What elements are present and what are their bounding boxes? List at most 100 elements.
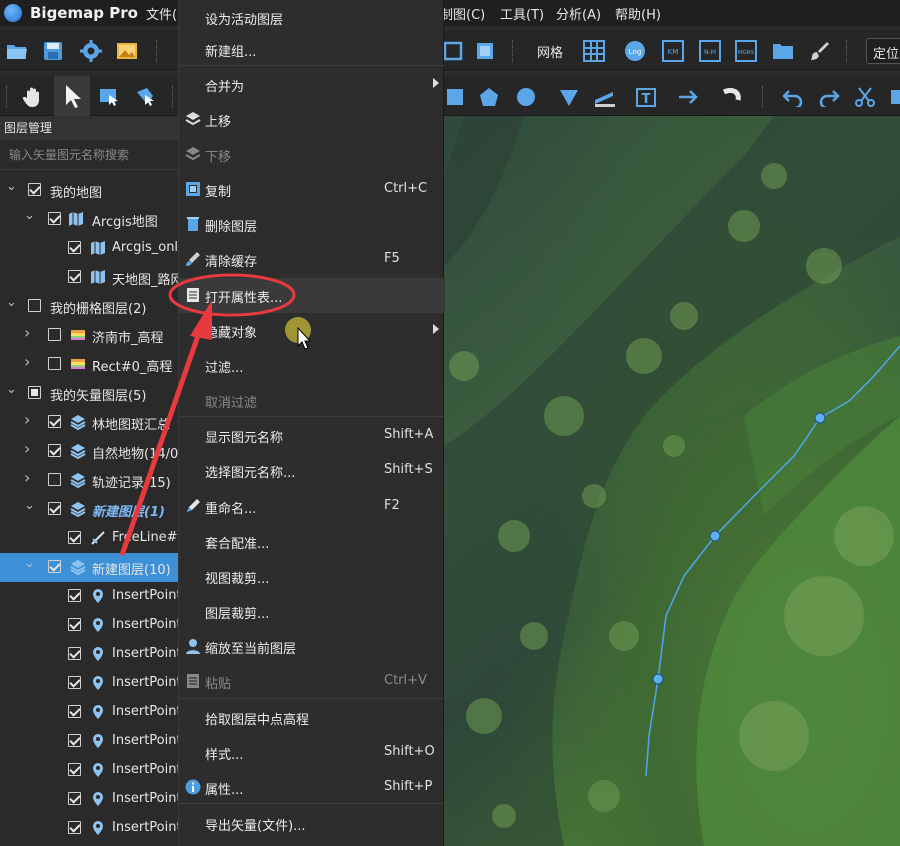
expand-chevron-icon[interactable]: ⌄ xyxy=(24,209,36,223)
arrow-draw-icon[interactable] xyxy=(676,84,702,110)
layer-visibility-checkbox[interactable] xyxy=(48,357,61,370)
layer-tree-row[interactable]: ⌄ 我的矢量图层(5) xyxy=(0,379,178,408)
context-menu-item[interactable]: 隐藏对象 xyxy=(179,313,445,348)
layer-visibility-checkbox[interactable] xyxy=(68,270,81,283)
layer-tree-row[interactable]: InsertPoint xyxy=(0,669,178,698)
layer-visibility-checkbox[interactable] xyxy=(68,792,81,805)
select-rect-icon[interactable] xyxy=(96,84,122,110)
more-tool-icon[interactable] xyxy=(884,84,900,110)
context-menu-item[interactable]: 清除缓存 F5 xyxy=(179,242,445,277)
context-menu-item[interactable]: 样式... Shift+O xyxy=(179,735,445,770)
open-folder-icon[interactable] xyxy=(4,38,30,64)
undo-icon[interactable] xyxy=(780,84,806,110)
layer-tree-row[interactable]: › 济南市_高程 xyxy=(0,321,178,350)
folder-icon[interactable] xyxy=(770,38,796,64)
layer-search-input[interactable]: 输入矢量图元名称搜索 xyxy=(0,140,178,170)
layer-tree-row[interactable]: InsertPoint xyxy=(0,582,178,611)
context-menu-item[interactable]: 套合配准... xyxy=(179,524,445,559)
collapse-chevron-icon[interactable]: › xyxy=(24,441,36,457)
layer-tree-row[interactable]: ⌄ 我的地图 xyxy=(0,176,178,205)
context-menu-item[interactable]: 新建组... xyxy=(179,32,445,67)
layer-tree-row[interactable]: ⌄ 我的栅格图层(2) xyxy=(0,292,178,321)
context-menu-item[interactable]: 缩放至当前图层 xyxy=(179,629,445,664)
locate-box[interactable]: 定位 xyxy=(866,38,900,64)
context-menu-item[interactable]: 重命名... F2 xyxy=(179,489,445,524)
circle-draw-icon[interactable] xyxy=(513,84,539,110)
nm-grid-icon[interactable]: N-M xyxy=(697,38,723,64)
layer-visibility-checkbox[interactable] xyxy=(28,299,41,312)
context-menu-item[interactable]: 显示图元名称 Shift+A xyxy=(179,418,445,453)
layer-tree-row[interactable]: InsertPoint xyxy=(0,611,178,640)
context-menu-item[interactable]: 复制 Ctrl+C xyxy=(179,172,445,207)
menu-tools[interactable]: 工具(T) xyxy=(500,4,544,23)
pentagon-draw-icon[interactable] xyxy=(476,84,502,110)
menu-help[interactable]: 帮助(H) xyxy=(615,4,661,23)
layer-visibility-checkbox[interactable] xyxy=(68,705,81,718)
layer-tree-row[interactable]: InsertPoint xyxy=(0,756,178,785)
layer-tree-row[interactable]: ⌄ 新建图层(10) xyxy=(0,553,178,582)
settings-gear-icon[interactable] xyxy=(78,38,104,64)
redo-icon[interactable] xyxy=(816,84,842,110)
layer-visibility-checkbox[interactable] xyxy=(68,821,81,834)
layer-visibility-checkbox[interactable] xyxy=(68,589,81,602)
context-menu-item[interactable]: 删除图层 xyxy=(179,207,445,242)
layer-visibility-checkbox[interactable] xyxy=(48,502,61,515)
context-menu-item[interactable]: 属性... Shift+P xyxy=(179,770,445,805)
layer-visibility-checkbox[interactable] xyxy=(68,763,81,776)
map-view[interactable] xyxy=(444,116,900,846)
grid-icon[interactable] xyxy=(581,38,607,64)
menu-file[interactable]: 文件( xyxy=(146,4,177,23)
select-polygon-icon[interactable] xyxy=(132,84,158,110)
latlng-grid-icon[interactable]: Lng xyxy=(622,38,648,64)
collapse-chevron-icon[interactable]: › xyxy=(24,470,36,486)
layer-visibility-checkbox[interactable] xyxy=(48,212,61,225)
collapse-chevron-icon[interactable]: › xyxy=(24,354,36,370)
layer-visibility-checkbox[interactable] xyxy=(68,618,81,631)
layer-tree-row[interactable]: InsertPoint xyxy=(0,698,178,727)
brush-icon[interactable] xyxy=(807,38,833,64)
context-menu-item[interactable]: 合并为 xyxy=(179,67,445,102)
context-menu-item[interactable]: 视图裁剪... xyxy=(179,559,445,594)
menu-analysis[interactable]: 分析(A) xyxy=(556,4,601,23)
layer-visibility-checkbox[interactable] xyxy=(48,560,61,573)
context-menu-item[interactable]: 过滤... xyxy=(179,348,445,383)
context-menu-item[interactable]: 上移 xyxy=(179,102,445,137)
collapse-chevron-icon[interactable]: › xyxy=(24,412,36,428)
layer-visibility-checkbox[interactable] xyxy=(48,328,61,341)
layer-tree-row[interactable]: 天地图_路网 xyxy=(0,263,178,292)
layer-tree-row[interactable]: InsertPoint xyxy=(0,814,178,843)
image-icon[interactable] xyxy=(114,38,140,64)
select-tool-active[interactable] xyxy=(54,76,90,116)
context-menu-item[interactable]: 图层裁剪... xyxy=(179,594,445,629)
layer-visibility-checkbox[interactable] xyxy=(68,241,81,254)
layer-tree-row[interactable]: › Rect#0_高程 xyxy=(0,350,178,379)
full-extent-icon[interactable] xyxy=(472,38,498,64)
layer-visibility-checkbox[interactable] xyxy=(48,473,61,486)
layer-visibility-checkbox[interactable] xyxy=(28,386,41,399)
rectangle-draw-icon[interactable] xyxy=(442,84,468,110)
layer-tree-row[interactable]: InsertPoint xyxy=(0,785,178,814)
km-grid-icon[interactable]: KM xyxy=(660,38,686,64)
layer-visibility-checkbox[interactable] xyxy=(68,734,81,747)
layer-visibility-checkbox[interactable] xyxy=(28,183,41,196)
pan-hand-icon[interactable] xyxy=(20,84,46,110)
layer-tree-row[interactable]: Arcgis_onli xyxy=(0,234,178,263)
layer-tree-row[interactable]: › 林地图斑汇总 xyxy=(0,408,178,437)
layer-visibility-checkbox[interactable] xyxy=(68,647,81,660)
layer-tree-row[interactable]: InsertPoint xyxy=(0,640,178,669)
layer-visibility-checkbox[interactable] xyxy=(68,676,81,689)
layer-tree-row[interactable]: FreeLine#0 xyxy=(0,524,178,553)
expand-chevron-icon[interactable]: ⌄ xyxy=(24,499,36,513)
context-menu-item[interactable]: 打开属性表... xyxy=(179,278,445,313)
layer-tree-row[interactable]: › 轨迹记录(15) xyxy=(0,466,178,495)
measure-icon[interactable] xyxy=(592,84,618,110)
menu-map[interactable]: 制图(C) xyxy=(440,4,485,23)
context-menu-item[interactable]: 选择图元名称... Shift+S xyxy=(179,453,445,488)
mgrs-grid-icon[interactable]: MGRS xyxy=(733,38,759,64)
expand-chevron-icon[interactable]: ⌄ xyxy=(6,383,18,397)
layer-tree-row[interactable]: ⌄ Arcgis地图 xyxy=(0,205,178,234)
layer-visibility-checkbox[interactable] xyxy=(48,415,61,428)
layer-visibility-checkbox[interactable] xyxy=(68,531,81,544)
curve-draw-icon[interactable] xyxy=(720,84,746,110)
expand-chevron-icon[interactable]: ⌄ xyxy=(6,180,18,194)
